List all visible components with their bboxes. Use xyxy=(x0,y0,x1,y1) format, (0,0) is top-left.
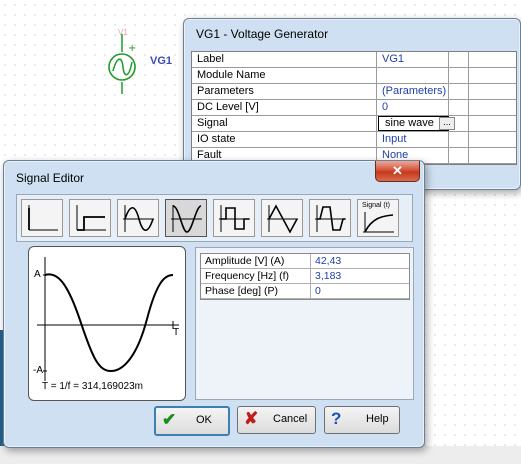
property-row-signal[interactable]: Signal sine wave ... xyxy=(192,116,516,132)
triangle-wave-button[interactable] xyxy=(261,199,303,237)
sine-button[interactable] xyxy=(117,199,159,237)
property-key: Label xyxy=(197,53,224,65)
vg-titlebar[interactable]: VG1 - Voltage Generator xyxy=(184,19,520,49)
cancel-button[interactable]: ✘ Cancel xyxy=(237,406,316,434)
voltage-generator-symbol[interactable]: + xyxy=(100,34,146,94)
delayed-step-button[interactable] xyxy=(69,199,111,237)
param-row-amplitude[interactable]: Amplitude [V] (A) 42,43 xyxy=(201,254,409,269)
property-value: (Parameters) xyxy=(382,85,447,97)
question-mark-icon: ? xyxy=(331,409,342,428)
param-key: Phase [deg] (P) xyxy=(205,285,278,297)
param-value: 3,183 xyxy=(315,270,342,282)
custom-signal-icon xyxy=(363,212,394,233)
property-row-label[interactable]: Label VG1 xyxy=(192,52,516,68)
parameter-table: Amplitude [V] (A) 42,43 Frequency [Hz] (… xyxy=(200,253,410,300)
custom-signal-button[interactable]: Signal (t) xyxy=(357,199,399,237)
amplitude-top-label: A xyxy=(34,269,41,280)
close-button[interactable]: ✕ xyxy=(375,161,420,182)
delayed-step-icon xyxy=(76,205,106,231)
property-key: DC Level [V] xyxy=(197,101,259,113)
property-row-dc-level[interactable]: DC Level [V] 0 xyxy=(192,100,516,116)
unit-step-icon xyxy=(28,205,58,231)
property-row-io-state[interactable]: IO state Input xyxy=(192,132,516,148)
property-key: Module Name xyxy=(197,69,266,81)
trapezoid-wave-icon xyxy=(315,205,346,232)
property-grid: Label VG1 Module Name Parameters (Parame… xyxy=(191,51,517,165)
param-row-phase[interactable]: Phase [deg] (P) 0 xyxy=(201,284,409,299)
cross-icon: ✘ xyxy=(244,409,259,428)
signal-preview-plot xyxy=(37,257,179,381)
property-value: VG1 xyxy=(382,53,405,65)
property-value: 0 xyxy=(382,101,389,113)
cosine-wave-icon xyxy=(171,205,202,233)
signal-value: sine wave xyxy=(385,117,434,129)
signal-editor-titlebar[interactable]: Signal Editor ✕ xyxy=(4,161,424,191)
sine-wave-icon xyxy=(123,205,154,232)
period-text: T = 1/f = 314,169023m xyxy=(42,381,144,392)
param-value: 42,43 xyxy=(315,255,342,267)
ok-label: OK xyxy=(196,414,212,426)
signal-editor-title: Signal Editor xyxy=(16,171,85,185)
vg-window-title: VG1 - Voltage Generator xyxy=(196,27,329,41)
component-label: VG1 xyxy=(150,55,173,67)
property-key: IO state xyxy=(197,133,236,145)
square-wave-button[interactable] xyxy=(213,199,255,237)
property-row-parameters[interactable]: Parameters (Parameters) xyxy=(192,84,516,100)
help-label: Help xyxy=(366,413,389,425)
square-wave-icon xyxy=(219,205,250,232)
cancel-label: Cancel xyxy=(273,413,308,425)
cosine-button[interactable] xyxy=(165,199,207,237)
property-key: Signal xyxy=(197,117,228,129)
property-row-module-name[interactable]: Module Name xyxy=(192,68,516,84)
signal-preview: A -A T T = 1/f = 314,169023m xyxy=(28,246,186,401)
svg-text:+: + xyxy=(128,43,136,54)
param-value: 0 xyxy=(315,285,321,297)
property-value: Input xyxy=(382,133,407,145)
help-button[interactable]: ? Help xyxy=(324,406,400,434)
signal-ellipsis-button[interactable]: ... xyxy=(439,117,455,130)
checkmark-icon: ✔ xyxy=(162,410,177,429)
background-bottom-strip xyxy=(0,446,521,464)
triangle-wave-icon xyxy=(267,204,298,234)
unit-step-button[interactable] xyxy=(21,199,63,237)
trapezoid-wave-button[interactable] xyxy=(309,199,351,237)
signal-type-toolbar: Signal (t) xyxy=(16,194,413,242)
param-row-frequency[interactable]: Frequency [Hz] (f) 3,183 xyxy=(201,269,409,284)
param-key: Frequency [Hz] (f) xyxy=(205,270,290,282)
signal-parameters-panel: Amplitude [V] (A) 42,43 Frequency [Hz] (… xyxy=(195,247,414,400)
ok-button[interactable]: ✔ OK xyxy=(154,406,230,436)
signal-editor-dialog: Signal Editor ✕ Signal (t) A -A T T = 1/… xyxy=(3,160,425,448)
param-key: Amplitude [V] (A) xyxy=(205,255,285,267)
property-key: Parameters xyxy=(197,85,254,97)
period-axis-label: T xyxy=(173,327,180,338)
amplitude-bottom-label: -A xyxy=(33,365,43,376)
